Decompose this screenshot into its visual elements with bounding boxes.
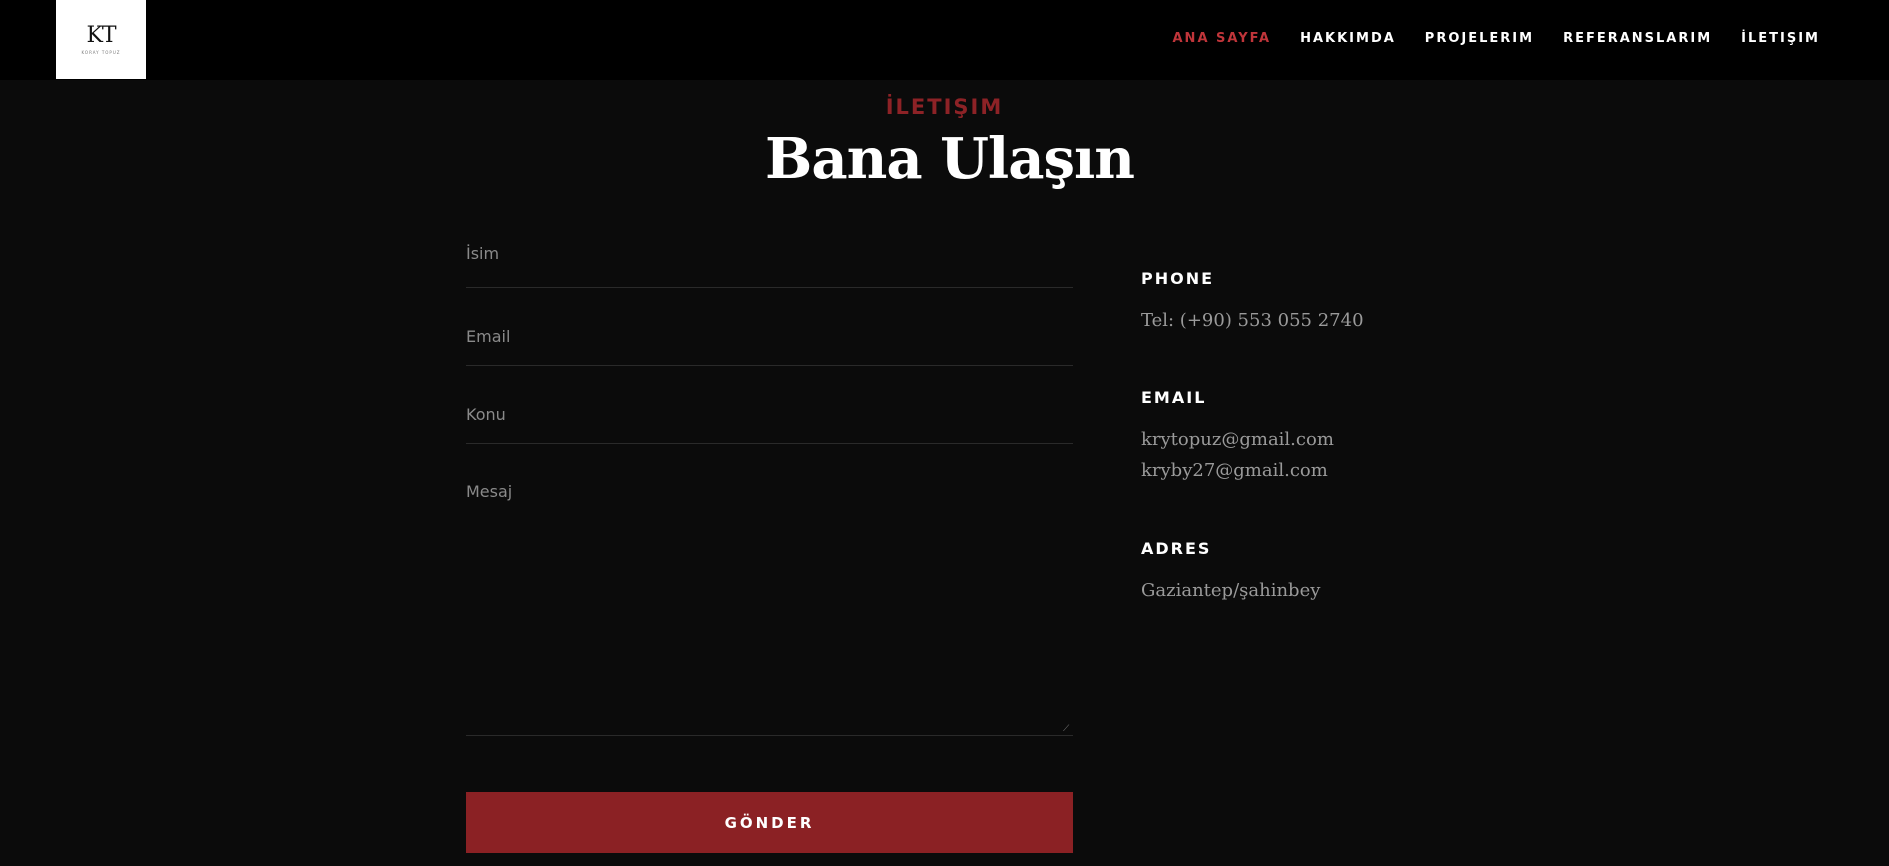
site-logo[interactable]: KT KORAY TOPUZ: [56, 0, 146, 79]
contact-email-block: EMAIL krytopuz@gmail.com kryby27@gmail.c…: [1141, 389, 1461, 486]
email-value-2[interactable]: kryby27@gmail.com: [1141, 455, 1461, 486]
section-kicker: İLETIŞIM: [885, 95, 1004, 119]
top-navbar: KT KORAY TOPUZ ANA SAYFA HAKKIMDA PROJEL…: [0, 0, 1889, 80]
nav-item-projelerim[interactable]: PROJELERIM: [1425, 30, 1534, 48]
email-value-1[interactable]: krytopuz@gmail.com: [1141, 424, 1461, 455]
logo-subtitle: KORAY TOPUZ: [81, 49, 121, 55]
phone-value: Tel: (+90) 553 055 2740: [1141, 310, 1364, 331]
address-value: Gaziantep/şahinbey: [1141, 580, 1321, 601]
nav-item-iletisim[interactable]: İLETIŞIM: [1741, 30, 1820, 48]
message-field: ⟋: [466, 444, 1073, 736]
contact-phone-block: PHONE Tel: (+90) 553 055 2740: [1141, 270, 1461, 336]
name-field: [466, 225, 1073, 288]
phone-label: PHONE: [1141, 269, 1215, 288]
subject-input[interactable]: [466, 404, 1073, 424]
subject-field: [466, 366, 1073, 444]
nav-item-hakkimda[interactable]: HAKKIMDA: [1300, 30, 1396, 48]
address-label: ADRES: [1141, 539, 1212, 558]
message-textarea[interactable]: [466, 482, 1073, 728]
email-field: [466, 288, 1073, 366]
page-title: Bana Ulaşın: [764, 126, 1135, 192]
main-nav: ANA SAYFA HAKKIMDA PROJELERIM REFERANSLA…: [1144, 30, 1821, 48]
nav-item-referanslarim[interactable]: REFERANSLARIM: [1563, 30, 1712, 48]
contact-form: ⟋: [466, 225, 1073, 736]
contact-address-block: ADRES Gaziantep/şahinbey: [1141, 540, 1461, 606]
submit-button[interactable]: GÖNDER: [466, 792, 1073, 853]
name-input[interactable]: [466, 243, 1073, 263]
email-label: EMAIL: [1141, 388, 1207, 407]
email-input[interactable]: [466, 326, 1073, 346]
nav-item-ana-sayfa[interactable]: ANA SAYFA: [1173, 30, 1272, 48]
resize-handle-icon[interactable]: ⟋: [1063, 725, 1071, 734]
logo-mark: KT: [86, 22, 116, 48]
